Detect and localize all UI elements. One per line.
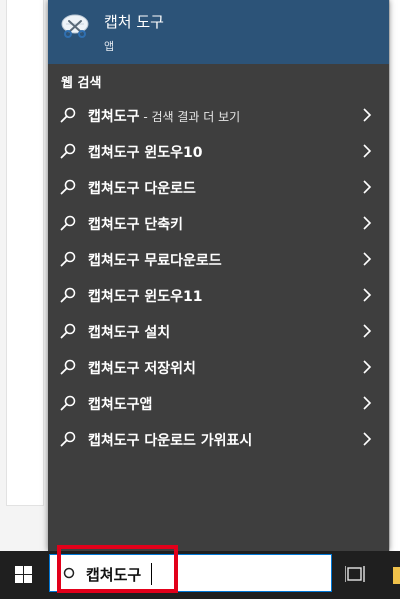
search-results-panel: 캡처 도구 앱 웹 검색 캡쳐도구 - 검색 결과 더 보기 캡쳐도구 윈도우1…: [48, 0, 389, 551]
web-search-result[interactable]: 캡쳐도구앱: [48, 385, 389, 421]
search-icon: [60, 323, 76, 339]
web-search-result[interactable]: 캡쳐도구 윈도우11: [48, 277, 389, 313]
app-type-label: 앱: [104, 40, 115, 53]
scissors-snipping-tool-icon: [61, 14, 89, 38]
search-icon: [60, 179, 76, 195]
chevron-right-icon[interactable]: [362, 216, 372, 230]
taskbar: [0, 551, 400, 599]
chevron-right-icon[interactable]: [362, 144, 372, 158]
result-text: 캡쳐도구 무료다운로드: [88, 253, 222, 269]
search-icon: [60, 395, 76, 411]
search-icon: [60, 251, 76, 267]
web-search-result[interactable]: 캡쳐도구 설치: [48, 313, 389, 349]
text-caret: [151, 563, 152, 585]
search-icon: [60, 359, 76, 375]
app-name: 캡처 도구: [104, 13, 164, 31]
result-text: 캡쳐도구 - 검색 결과 더 보기: [88, 109, 241, 125]
web-search-result[interactable]: 캡쳐도구 무료다운로드: [48, 241, 389, 277]
web-search-result[interactable]: 캡쳐도구 저장위치: [48, 349, 389, 385]
search-circle-icon: [63, 567, 75, 579]
result-text: 캡쳐도구 저장위치: [88, 361, 196, 377]
best-match-item[interactable]: 캡처 도구 앱: [48, 0, 389, 64]
chevron-right-icon[interactable]: [362, 180, 372, 194]
chevron-right-icon[interactable]: [362, 360, 372, 374]
background-window-right: [389, 0, 400, 551]
search-icon: [60, 431, 76, 447]
taskbar-search-box[interactable]: [49, 554, 332, 592]
web-search-result[interactable]: 캡쳐도구 윈도우10: [48, 133, 389, 169]
search-icon: [60, 215, 76, 231]
web-search-result[interactable]: 캡쳐도구 단축키: [48, 205, 389, 241]
result-text: 캡쳐도구 단축키: [88, 217, 184, 233]
chevron-right-icon[interactable]: [362, 324, 372, 338]
background-window-left: [0, 0, 48, 551]
search-icon: [60, 143, 76, 159]
search-icon: [60, 287, 76, 303]
chevron-right-icon[interactable]: [362, 396, 372, 410]
start-button[interactable]: [0, 551, 48, 599]
result-text: 캡쳐도구 윈도우11: [88, 289, 203, 305]
result-text: 캡쳐도구앱: [88, 397, 153, 413]
search-icon: [60, 107, 76, 123]
chevron-right-icon[interactable]: [362, 288, 372, 302]
result-text: 캡쳐도구 다운로드 가위표시: [88, 433, 253, 449]
result-text: 캡쳐도구 설치: [88, 325, 171, 341]
web-search-result[interactable]: 캡쳐도구 - 검색 결과 더 보기: [48, 97, 389, 133]
web-search-result[interactable]: 캡쳐도구 다운로드 가위표시: [48, 421, 389, 457]
chevron-right-icon[interactable]: [362, 252, 372, 266]
chevron-right-icon[interactable]: [362, 432, 372, 446]
web-search-results: 캡쳐도구 - 검색 결과 더 보기 캡쳐도구 윈도우10 캡쳐도구 다운로드 캡…: [48, 97, 389, 457]
task-view-icon[interactable]: [345, 564, 369, 584]
chevron-right-icon[interactable]: [362, 108, 372, 122]
web-search-heading: 웹 검색: [61, 76, 102, 91]
result-text: 캡쳐도구 윈도우10: [88, 145, 203, 161]
result-text: 캡쳐도구 다운로드: [88, 181, 196, 197]
file-explorer-icon[interactable]: [393, 567, 400, 584]
background-card: [6, 0, 44, 506]
web-search-result[interactable]: 캡쳐도구 다운로드: [48, 169, 389, 205]
search-input[interactable]: [86, 562, 316, 586]
windows-logo-icon: [15, 566, 32, 583]
